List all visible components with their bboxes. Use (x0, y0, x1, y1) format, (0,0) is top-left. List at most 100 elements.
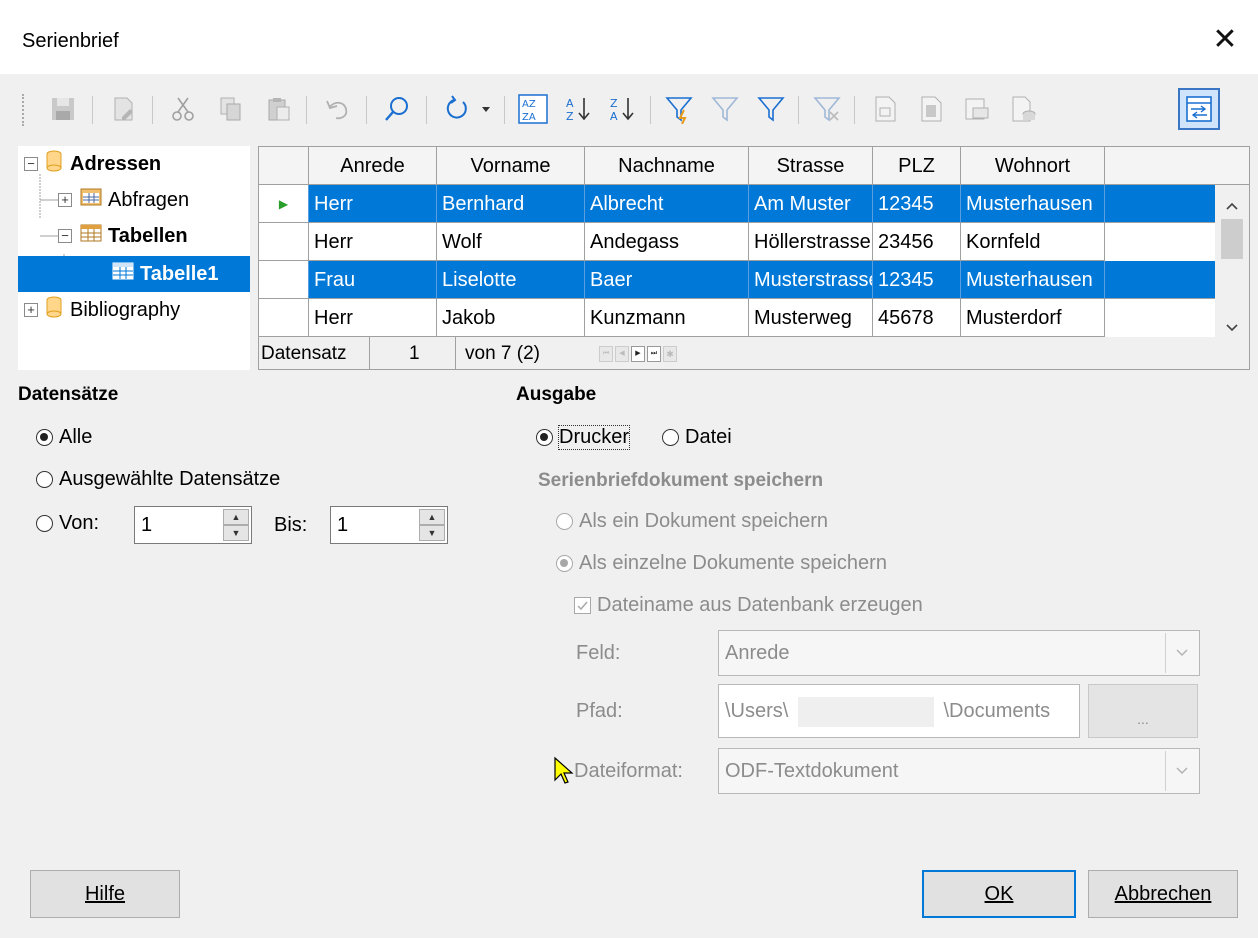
scroll-up-icon[interactable] (1225, 195, 1239, 217)
first-record-icon[interactable]: ⏮ (599, 346, 613, 362)
sort-ascending-icon[interactable]: AZ (560, 90, 598, 128)
table-cell[interactable]: Herr (309, 223, 437, 261)
spin-up-icon[interactable]: ▲ (223, 509, 249, 525)
table-cell[interactable]: Herr (309, 299, 437, 337)
column-header[interactable]: Anrede (309, 147, 437, 185)
table-cell[interactable]: Liselotte (437, 261, 585, 299)
table-cell[interactable]: Kunzmann (585, 299, 749, 337)
radio-indicator[interactable] (36, 429, 53, 446)
radio-indicator[interactable] (36, 515, 53, 532)
table-cell[interactable]: Am Muster (749, 185, 873, 223)
table-cell[interactable]: 12345 (873, 185, 961, 223)
scroll-down-icon[interactable] (1225, 317, 1239, 339)
table-cell[interactable]: Jakob (437, 299, 585, 337)
table-cell[interactable]: 12345 (873, 261, 961, 299)
expand-icon[interactable]: + (24, 303, 38, 317)
column-header[interactable]: Vorname (437, 147, 585, 185)
last-record-icon[interactable]: ⏭ (647, 346, 661, 362)
radio-indicator[interactable] (556, 513, 573, 530)
table-cell[interactable]: 23456 (873, 223, 961, 261)
radio-printer[interactable]: Drucker (536, 425, 631, 450)
tree-item-abfragen[interactable]: + Abfragen (58, 182, 189, 218)
tree-item-adressen[interactable]: − Adressen (24, 146, 161, 182)
column-header[interactable]: Wohnort (961, 147, 1105, 185)
table-cell[interactable]: Frau (309, 261, 437, 299)
radio-file[interactable]: Datei (662, 426, 732, 449)
new-record-icon[interactable]: ✱ (663, 346, 677, 362)
table-cell[interactable]: Musterdorf (961, 299, 1105, 337)
refresh-icon[interactable] (438, 90, 476, 128)
next-record-icon[interactable]: ▶ (631, 346, 645, 362)
spin-down-icon[interactable]: ▼ (419, 525, 445, 541)
table-cell[interactable]: 45678 (873, 299, 961, 337)
autofilter-icon[interactable] (660, 90, 698, 128)
radio-save-single[interactable]: Als ein Dokument speichern (556, 510, 828, 533)
path-input[interactable]: \Users\ \Documents (718, 684, 1080, 738)
table-cell[interactable]: Albrecht (585, 185, 749, 223)
browse-button[interactable]: ... (1088, 684, 1198, 738)
tree-item-tabellen[interactable]: − Tabellen (58, 218, 188, 254)
radio-indicator[interactable] (556, 555, 573, 572)
spin-down-icon[interactable]: ▼ (223, 525, 249, 541)
table-cell[interactable]: Musterstrasse (749, 261, 873, 299)
spin-up-icon[interactable]: ▲ (419, 509, 445, 525)
paste-icon[interactable] (260, 90, 298, 128)
table-cell[interactable]: Herr (309, 185, 437, 223)
previous-record-icon[interactable]: ◀ (615, 346, 629, 362)
expand-icon[interactable]: + (58, 193, 72, 207)
column-header[interactable]: PLZ (873, 147, 961, 185)
from-spinbox[interactable]: 1 ▲ ▼ (134, 506, 252, 544)
standard-filter-icon[interactable] (706, 90, 744, 128)
undo-icon[interactable] (318, 90, 356, 128)
data-source-icon[interactable] (1004, 90, 1042, 128)
chevron-down-icon[interactable] (1165, 633, 1197, 673)
sort-descending-icon[interactable]: ZA (604, 90, 642, 128)
apply-filter-icon[interactable] (752, 90, 790, 128)
ok-button[interactable]: OK (922, 870, 1076, 918)
radio-indicator[interactable] (536, 429, 553, 446)
scroll-thumb[interactable] (1221, 219, 1243, 259)
tree-item-tabelle1[interactable]: Tabelle1 (18, 256, 250, 292)
collapse-icon[interactable]: − (24, 157, 38, 171)
save-icon[interactable] (44, 90, 82, 128)
checkbox-indicator[interactable] (574, 597, 591, 614)
chevron-down-icon[interactable] (1165, 751, 1197, 791)
collapse-icon[interactable]: − (58, 229, 72, 243)
record-number-field[interactable]: 1 (409, 343, 420, 365)
toolbar-grip[interactable] (22, 94, 26, 126)
radio-all[interactable]: Alle (36, 426, 92, 449)
table-cell[interactable]: Andegass (585, 223, 749, 261)
to-spinbox[interactable]: 1 ▲ ▼ (330, 506, 448, 544)
radio-selected-records[interactable]: Ausgewählte Datensätze (36, 468, 280, 491)
field-dropdown[interactable]: Anrede (718, 630, 1200, 676)
data-to-text-icon[interactable] (866, 90, 904, 128)
table-cell[interactable]: Kornfeld (961, 223, 1105, 261)
sort-icon[interactable]: AZ ZA (514, 90, 552, 128)
radio-indicator[interactable] (36, 471, 53, 488)
from-value[interactable]: 1 (141, 514, 152, 536)
row-header[interactable] (259, 261, 309, 299)
radio-indicator[interactable] (662, 429, 679, 446)
table-cell[interactable]: Höllerstrasse (749, 223, 873, 261)
format-dropdown[interactable]: ODF-Textdokument (718, 748, 1200, 794)
edit-icon[interactable] (104, 90, 142, 128)
copy-icon[interactable] (212, 90, 250, 128)
close-icon[interactable]: ✕ (1210, 22, 1240, 58)
table-cell[interactable]: Baer (585, 261, 749, 299)
explorer-toggle-icon[interactable] (1178, 88, 1220, 130)
tree-item-bibliography[interactable]: + Bibliography (24, 292, 180, 328)
table-cell[interactable]: Bernhard (437, 185, 585, 223)
checkbox-filename-from-db[interactable]: Dateiname aus Datenbank erzeugen (574, 594, 923, 617)
column-header[interactable]: Nachname (585, 147, 749, 185)
data-to-fields-icon[interactable] (912, 90, 950, 128)
find-icon[interactable] (378, 90, 416, 128)
mail-merge-icon[interactable] (958, 90, 996, 128)
column-header[interactable]: Strasse (749, 147, 873, 185)
radio-from[interactable]: Von: (36, 512, 99, 535)
vertical-scrollbar[interactable] (1215, 185, 1249, 337)
help-button[interactable]: Hilfe (30, 870, 180, 918)
cancel-button[interactable]: Abbrechen (1088, 870, 1238, 918)
table-cell[interactable]: Musterweg (749, 299, 873, 337)
cut-icon[interactable] (164, 90, 202, 128)
radio-save-individual[interactable]: Als einzelne Dokumente speichern (556, 552, 887, 575)
